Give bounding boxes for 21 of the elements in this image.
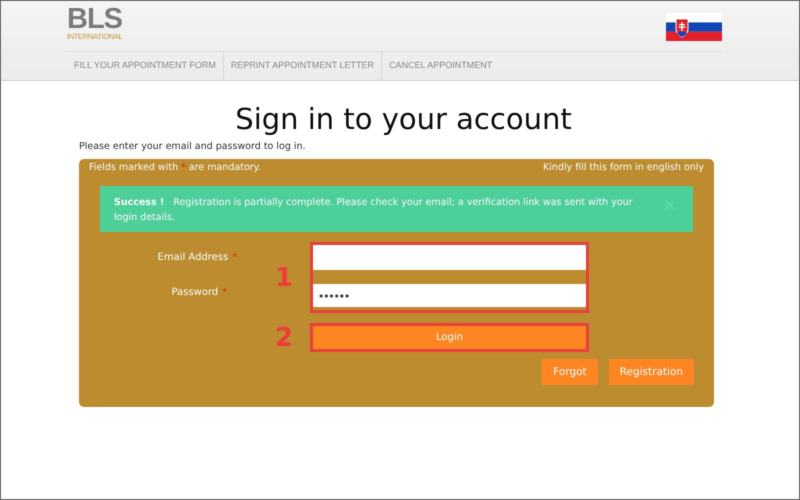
nav-link[interactable]: FILL YOUR APPOINTMENT FORM bbox=[67, 52, 224, 80]
annotation-number: 1 bbox=[274, 262, 293, 292]
flag-icon[interactable] bbox=[666, 13, 722, 41]
page-title: Sign in to your account bbox=[234, 101, 573, 137]
intro-text: Please enter your email and password to log in. bbox=[79, 141, 307, 152]
field-label: Password bbox=[172, 287, 218, 298]
nav-link[interactable]: REPRINT APPOINTMENT LETTER bbox=[224, 52, 382, 80]
required-mark: * bbox=[222, 287, 227, 298]
action-button[interactable]: Registration bbox=[608, 359, 694, 385]
alert-message: Success ! Registration is partially complete. Please check your email; a verification link was sent with your login details. bbox=[114, 196, 634, 225]
mandatory-note: Fields marked with * are mandatory. bbox=[89, 162, 261, 173]
action-button[interactable]: Forgot bbox=[542, 359, 598, 385]
nav-link[interactable]: CANCEL APPOINTMENT bbox=[382, 52, 500, 80]
logo-text: BLS bbox=[67, 5, 122, 33]
field-label: Email Address bbox=[158, 252, 228, 263]
required-mark: * bbox=[232, 252, 237, 263]
annotation-number: 2 bbox=[274, 322, 293, 352]
email-field[interactable] bbox=[313, 245, 586, 270]
password-field[interactable]: •••••• bbox=[313, 284, 586, 307]
login-button[interactable]: Login bbox=[310, 323, 589, 352]
language-note: Kindly fill this form in english only bbox=[543, 162, 704, 173]
